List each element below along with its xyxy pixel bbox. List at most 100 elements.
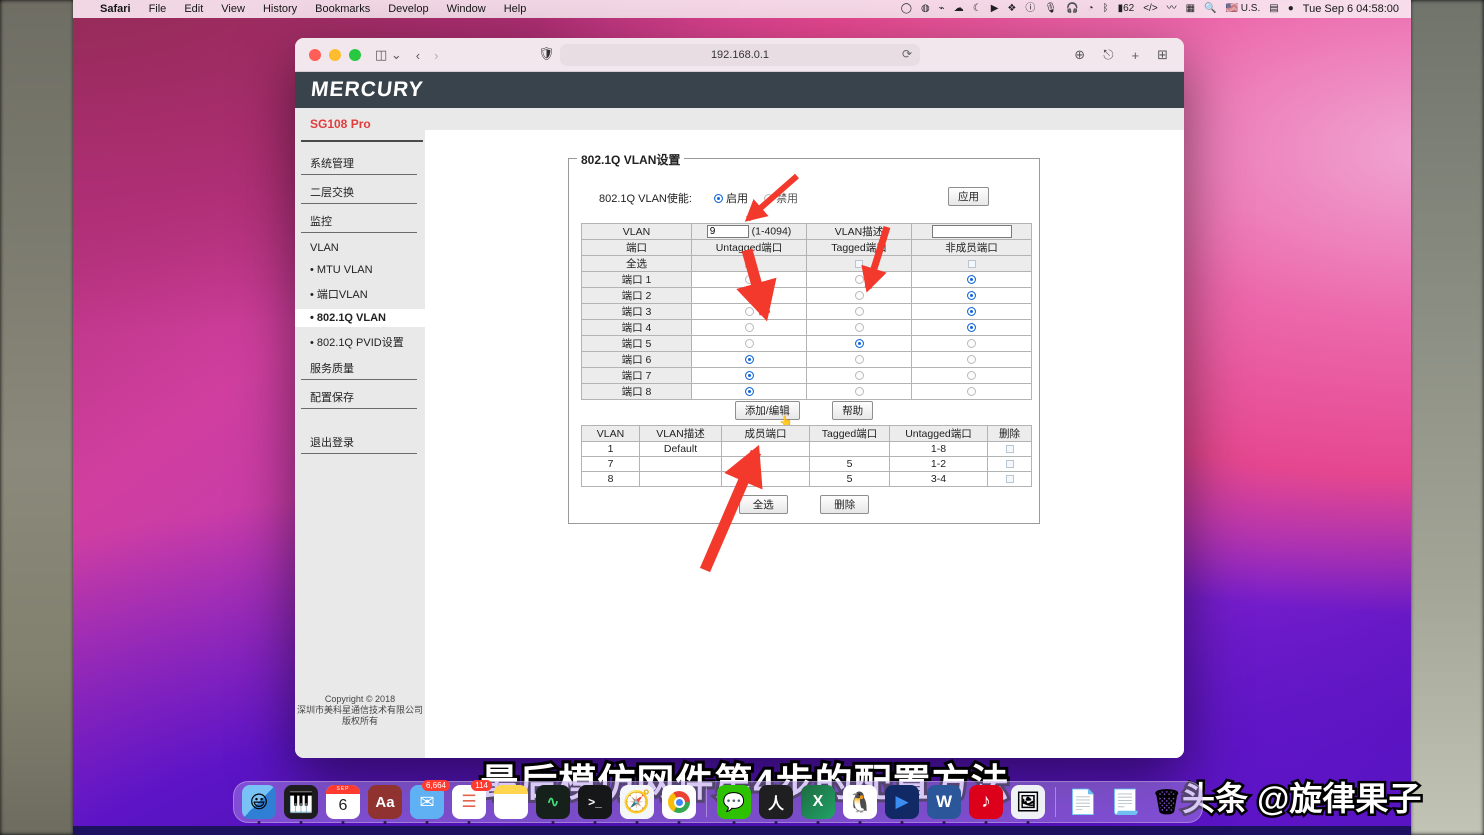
untagged-radio[interactable] <box>745 387 754 396</box>
sidebar-toggle-icon[interactable]: ◫ ⌄ <box>375 47 402 63</box>
tagged-radio[interactable] <box>855 323 864 332</box>
dock-item-chrome[interactable] <box>662 785 696 819</box>
nonmember-radio[interactable] <box>967 275 976 284</box>
nonmember-radio[interactable] <box>967 323 976 332</box>
nonmember-radio[interactable] <box>967 355 976 364</box>
vlan-id-input[interactable] <box>707 225 749 238</box>
close-window-button[interactable] <box>309 49 321 61</box>
select-all-checkbox[interactable] <box>855 260 863 268</box>
dock-item-excel[interactable]: X <box>801 785 835 819</box>
forward-icon[interactable]: › <box>434 48 438 63</box>
help-button[interactable]: 帮助 <box>832 401 873 420</box>
nonmember-radio[interactable] <box>967 387 976 396</box>
tagged-radio[interactable] <box>855 275 864 284</box>
select-all-checkbox[interactable] <box>968 260 976 268</box>
delete-checkbox[interactable] <box>1006 445 1014 453</box>
dock-item-safari[interactable]: 🧭 <box>620 785 654 819</box>
dock-item-netease-music[interactable]: ♪ <box>969 785 1003 819</box>
apply-button[interactable]: 应用 <box>948 187 989 206</box>
sidebar-item-系统管理[interactable]: 系统管理 <box>301 152 417 175</box>
new-tab-icon[interactable]: + <box>1132 48 1140 63</box>
menu-safari[interactable]: Safari <box>91 3 140 15</box>
menu-file[interactable]: File <box>140 3 176 15</box>
nonmember-radio[interactable] <box>967 307 976 316</box>
code-icon[interactable]: </> <box>1143 0 1157 18</box>
tagged-radio[interactable] <box>855 387 864 396</box>
dock-item-video-player[interactable]: ▶ <box>885 785 919 819</box>
menu-window[interactable]: Window <box>438 3 495 15</box>
untagged-radio[interactable] <box>745 291 754 300</box>
menu-view[interactable]: View <box>212 3 254 15</box>
tab-overview-icon[interactable]: ⊞ <box>1157 47 1168 63</box>
menu-bar-clock[interactable]: Tue Sep 6 04:58:00 <box>1303 3 1399 15</box>
share-icon[interactable]: ⎋ <box>1103 47 1113 63</box>
siri-icon[interactable]: ● <box>1288 0 1294 18</box>
battery-icon[interactable]: ▮62 <box>1118 0 1135 18</box>
cloud-icon[interactable]: ☁ <box>954 0 964 18</box>
delete-checkbox[interactable] <box>1006 460 1014 468</box>
tagged-radio[interactable] <box>855 339 864 348</box>
dock-item-reminders[interactable]: ☰114 <box>452 785 486 819</box>
stats-icon[interactable]: ❖ <box>1007 0 1016 18</box>
untagged-radio[interactable] <box>745 323 754 332</box>
untagged-radio[interactable] <box>745 307 754 316</box>
menu-help[interactable]: Help <box>495 3 536 15</box>
sidebar-item-802.1q-vlan[interactable]: • 802.1Q VLAN <box>295 309 425 327</box>
sidebar-item-端口vlan[interactable]: • 端口VLAN <box>295 283 425 305</box>
menu-bookmarks[interactable]: Bookmarks <box>306 3 379 15</box>
privacy-shield-icon[interactable]: 🛡 <box>538 46 555 62</box>
downloads-icon[interactable]: ⊕ <box>1074 47 1085 63</box>
wifi-icon[interactable]: 〰 <box>1167 0 1177 18</box>
dock-item-documents-stack[interactable]: 📄 <box>1066 785 1100 819</box>
disable-radio[interactable]: 禁用 <box>764 190 798 206</box>
untagged-radio[interactable] <box>745 339 754 348</box>
display-icon[interactable]: ▤ <box>1269 0 1278 18</box>
select-all-checkbox[interactable] <box>745 260 753 268</box>
headphones-icon[interactable]: 🎧 <box>1066 0 1078 18</box>
sidebar-item-退出登录[interactable]: 退出登录 <box>301 431 417 454</box>
tagged-radio[interactable] <box>855 371 864 380</box>
delete-button[interactable]: 删除 <box>820 495 869 514</box>
input-source-icon[interactable]: 🇺🇸 U.S. <box>1226 0 1261 18</box>
untagged-radio[interactable] <box>745 371 754 380</box>
sidebar-item-vlan[interactable]: VLAN <box>295 239 425 257</box>
dock-item-acrobat[interactable]: 人 <box>759 785 793 819</box>
keyboard-icon[interactable]: ▦ <box>1186 0 1195 18</box>
nonmember-radio[interactable] <box>967 339 976 348</box>
dock-item-calendar[interactable]: SEP6 <box>326 785 360 819</box>
dock-item-qq[interactable]: 🐧 <box>843 785 877 819</box>
info-circle-icon[interactable]: ⓘ <box>1025 0 1035 18</box>
tagged-radio[interactable] <box>855 355 864 364</box>
menu-history[interactable]: History <box>254 3 306 15</box>
dock-item-downloads-file[interactable]: 📃 <box>1108 785 1142 819</box>
minimize-window-button[interactable] <box>329 49 341 61</box>
dock-item-word[interactable]: W <box>927 785 961 819</box>
sidebar-item-mtu-vlan[interactable]: • MTU VLAN <box>295 261 425 279</box>
dock-item-terminal[interactable]: >_ <box>578 785 612 819</box>
support-icon[interactable]: ◍ <box>921 0 930 18</box>
dock-item-trash[interactable]: 🗑 <box>1150 785 1184 819</box>
untagged-radio[interactable] <box>745 355 754 364</box>
nonmember-radio[interactable] <box>967 291 976 300</box>
vlan-desc-input[interactable] <box>932 225 1012 238</box>
play-circle-icon[interactable]: ▶ <box>991 0 999 18</box>
dock-item-notes[interactable] <box>494 785 528 819</box>
zoom-window-button[interactable] <box>349 49 361 61</box>
dock-item-finder[interactable]: 😃 <box>242 785 276 819</box>
dock-item-activity-monitor[interactable]: ∿ <box>536 785 570 819</box>
time-machine-icon[interactable]: ◔ <box>1088 0 1094 18</box>
dock-item-photos-preview[interactable]: 🖼 <box>1011 785 1045 819</box>
back-icon[interactable]: ‹ <box>416 48 420 63</box>
sidebar-item-二层交换[interactable]: 二层交换 <box>301 181 417 204</box>
mic-icon[interactable]: 🎙 <box>1044 0 1057 18</box>
menu-edit[interactable]: Edit <box>175 3 212 15</box>
dock-item-midi-keyboard[interactable]: 🎹 <box>284 785 318 819</box>
dock-item-mail[interactable]: ✉6,664 <box>410 785 444 819</box>
reload-icon[interactable]: ⟳ <box>902 47 912 61</box>
sidebar-item-服务质量[interactable]: 服务质量 <box>301 357 417 380</box>
spotlight-icon[interactable]: 🔍 <box>1204 0 1216 18</box>
delete-checkbox[interactable] <box>1006 475 1014 483</box>
select-all-button[interactable]: 全选 <box>739 495 788 514</box>
dock-item-dictionary[interactable]: Aa <box>368 785 402 819</box>
tagged-radio[interactable] <box>855 307 864 316</box>
